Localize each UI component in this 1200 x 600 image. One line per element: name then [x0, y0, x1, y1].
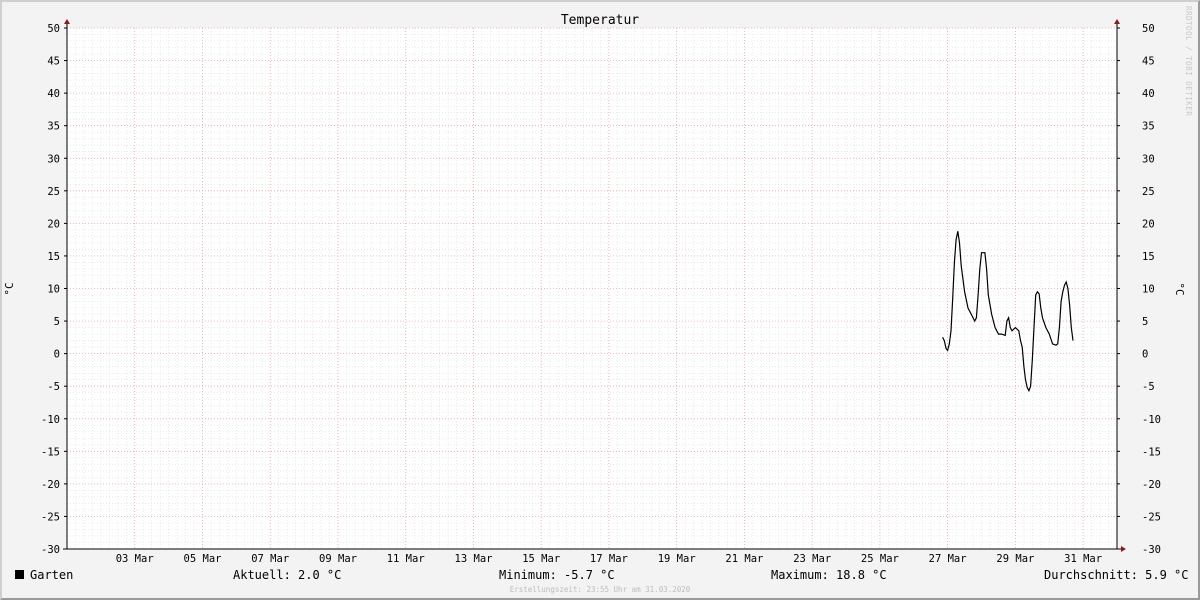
y-tick-label-right: 0: [1142, 349, 1148, 361]
y-axis-label-right: °C: [1173, 282, 1186, 295]
y-tick-label-right: 15: [1142, 251, 1155, 263]
x-tick-label: 11 Mar: [387, 553, 425, 565]
y-tick-label-right: 50: [1142, 23, 1155, 35]
y-tick-label-left: -15: [41, 446, 60, 458]
y-tick-label-left: -10: [41, 414, 60, 426]
y-tick-label-right: -15: [1142, 446, 1161, 458]
x-tick-label: 29 Mar: [996, 553, 1034, 565]
x-tick-label: 19 Mar: [658, 553, 696, 565]
x-tick-label: 05 Mar: [184, 553, 222, 565]
y-tick-label-right: -30: [1142, 544, 1161, 556]
y-tick-label-left: -25: [41, 511, 60, 523]
y-tick-label-left: 30: [47, 153, 60, 165]
y-tick-label-right: -20: [1142, 479, 1161, 491]
y-tick-label-right: 40: [1142, 88, 1155, 100]
x-tick-label: 27 Mar: [929, 553, 967, 565]
y-tick-label-left: 50: [47, 23, 60, 35]
creation-time: Erstellungszeit: 23:55 Uhr am 31.03.2020: [510, 585, 691, 594]
rrdtool-watermark: RRDTOOL / TOBI OETIKER: [1184, 6, 1193, 116]
legend-aktuell: Aktuell: 2.0 °C: [233, 568, 342, 582]
legend-durchschnitt: Durchschnitt: 5.9 °C: [1044, 568, 1189, 582]
x-tick-label: 15 Mar: [522, 553, 560, 565]
x-tick-label: 07 Mar: [251, 553, 289, 565]
y-tick-label-right: 20: [1142, 218, 1155, 230]
y-tick-label-left: -30: [41, 544, 60, 556]
y-tick-label-right: 45: [1142, 56, 1155, 68]
y-tick-label-left: -5: [47, 381, 60, 393]
y-axis-left-arrow: [64, 19, 70, 24]
y-tick-label-left: 35: [47, 121, 60, 133]
legend-maximum: Maximum: 18.8 °C: [771, 568, 887, 582]
x-tick-label: 25 Mar: [861, 553, 899, 565]
y-tick-label-right: -25: [1142, 511, 1161, 523]
y-tick-label-left: 40: [47, 88, 60, 100]
y-axis-right-arrow: [1114, 19, 1120, 24]
x-tick-label: 17 Mar: [590, 553, 628, 565]
legend-series-name: Garten: [30, 568, 74, 582]
legend-minimum: Minimum: -5.7 °C: [499, 568, 615, 582]
x-axis-ticks: 03 Mar 05 Mar 07 Mar 09 Mar 11 Mar 13 Mar 15 M…: [116, 553, 1102, 565]
y-tick-label-right: 10: [1142, 284, 1155, 296]
y-tick-label-right: 35: [1142, 121, 1155, 133]
legend-swatch-garten: [15, 570, 24, 579]
y-tick-label-left: 25: [47, 186, 60, 198]
y-tick-label-left: 15: [47, 251, 60, 263]
x-tick-label: 31 Mar: [1064, 553, 1102, 565]
x-tick-label: 23 Mar: [793, 553, 831, 565]
y-tick-label-left: 5: [54, 316, 60, 328]
x-tick-label: 13 Mar: [455, 553, 493, 565]
y-tick-label-right: 5: [1142, 316, 1148, 328]
y-tick-label-right: 30: [1142, 153, 1155, 165]
y-axis-label-left: °C: [3, 282, 16, 295]
y-tick-label-right: -10: [1142, 414, 1161, 426]
y-tick-label-left: 10: [47, 284, 60, 296]
x-axis-arrow: [1121, 546, 1126, 552]
y-tick-label-right: 25: [1142, 186, 1155, 198]
y-tick-label-left: 0: [54, 349, 60, 361]
chart-title: Temperatur: [561, 13, 639, 28]
x-tick-label: 03 Mar: [116, 553, 154, 565]
temperature-chart: 50454035302520151050-5-10-15-20-25-30 50…: [3, 6, 1193, 594]
y-tick-label-left: 20: [47, 218, 60, 230]
x-tick-label: 21 Mar: [725, 553, 763, 565]
x-tick-label: 09 Mar: [319, 553, 357, 565]
y-axis-right-ticks: 50454035302520151050-5-10-15-20-25-30: [1117, 23, 1161, 556]
y-tick-label-left: -20: [41, 479, 60, 491]
y-tick-label-left: 45: [47, 56, 60, 68]
y-axis-left-ticks: 50454035302520151050-5-10-15-20-25-30: [41, 23, 67, 556]
y-tick-label-right: -5: [1142, 381, 1155, 393]
